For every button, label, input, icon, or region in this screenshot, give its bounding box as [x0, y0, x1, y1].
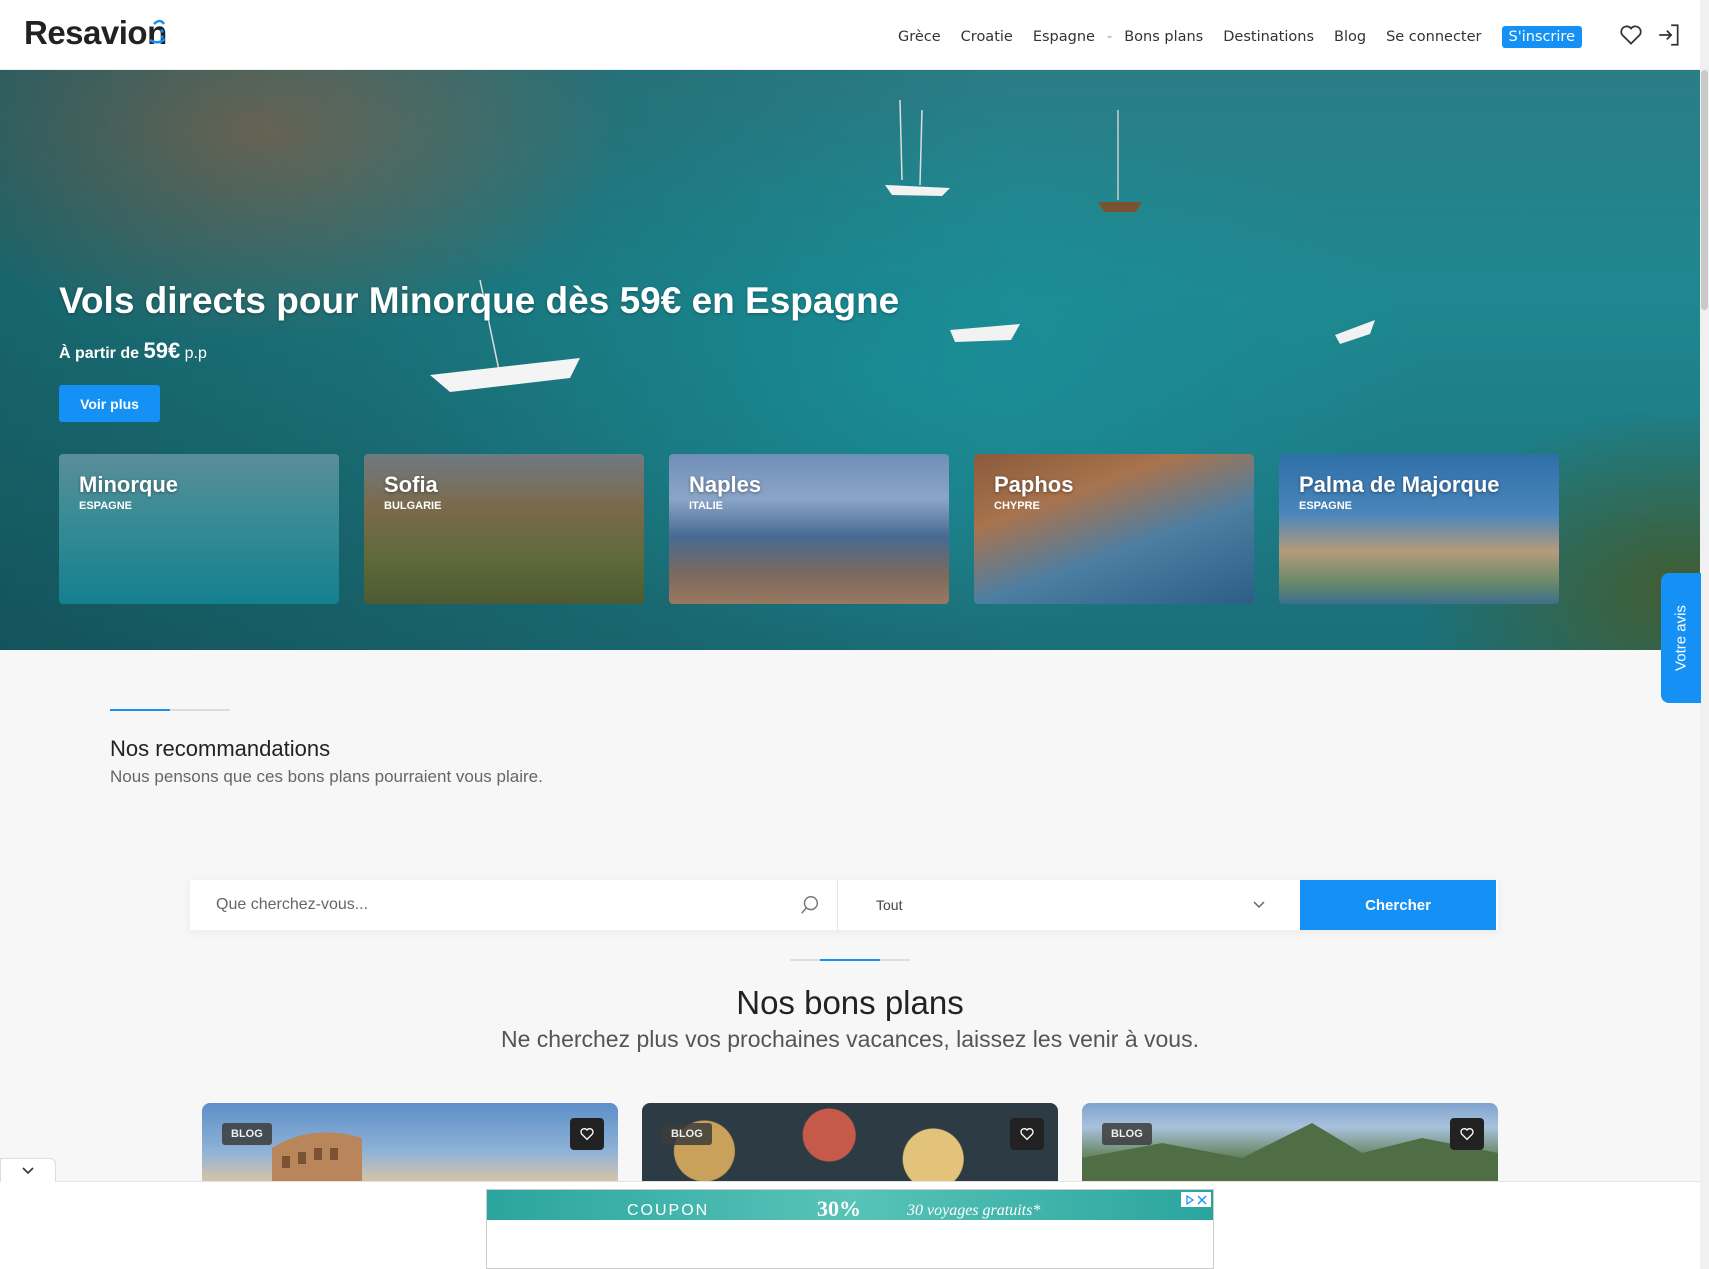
ad-close-button[interactable] [1181, 1192, 1211, 1207]
nav-separator: - [1106, 29, 1113, 45]
login-link[interactable]: Se connecter [1386, 29, 1481, 45]
motorboat-image [1335, 320, 1375, 344]
nav-item-blog[interactable]: Blog [1334, 29, 1366, 45]
top-header: Resavion Grèce Croatie Espagne - Bons pl… [0, 0, 1700, 70]
category-select[interactable]: Tout [838, 880, 1300, 930]
hero-title: Vols directs pour Minorque dès 59€ en Es… [59, 280, 900, 321]
destination-name: Minorque [79, 472, 178, 497]
advertisement[interactable]: COUPON 30% 30 voyages gratuits* [486, 1189, 1214, 1269]
hero-price-value: 59€ [143, 338, 181, 363]
page-scrollbar[interactable] [1700, 0, 1709, 1269]
divider-accent [110, 709, 170, 711]
search-bar: Tout Chercher [190, 880, 1498, 930]
deal-card[interactable]: BLOG [1082, 1103, 1498, 1183]
divider-accent [820, 959, 880, 961]
heart-icon[interactable] [1618, 22, 1644, 48]
destination-card-paphos[interactable]: Paphos CHYPRE [974, 454, 1254, 604]
ad-collapse-button[interactable] [0, 1158, 56, 1182]
voir-plus-button[interactable]: Voir plus [59, 385, 160, 422]
nav-item-bons-plans[interactable]: Bons plans [1124, 29, 1203, 45]
deal-card[interactable]: BLOG [202, 1103, 618, 1183]
destination-country: ITALIE [689, 500, 724, 512]
hero-price-unit: p.p [184, 345, 207, 362]
destination-name: Paphos [994, 472, 1074, 497]
sailboat-image [1098, 110, 1142, 212]
category-badge: BLOG [662, 1123, 712, 1145]
destination-name: Naples [689, 472, 762, 497]
destination-card-naples[interactable]: Naples ITALIE [669, 454, 949, 604]
heart-icon [580, 1128, 594, 1141]
search-icon[interactable] [799, 894, 821, 916]
bons-plans-title: Nos bons plans [736, 984, 964, 1021]
section-divider [110, 709, 230, 711]
destination-country: CHYPRE [994, 500, 1040, 512]
hero-banner: Vols directs pour Minorque dès 59€ en Es… [0, 70, 1700, 650]
heart-icon [1020, 1128, 1034, 1141]
favorite-button[interactable] [1010, 1118, 1044, 1150]
destination-country: ESPAGNE [79, 500, 132, 512]
ad-banner[interactable]: COUPON 30% 30 voyages gratuits* [487, 1190, 1213, 1220]
main-nav: Grèce Croatie Espagne - Bons plans Desti… [898, 26, 1582, 48]
deal-card[interactable]: BLOG [642, 1103, 1058, 1183]
category-select-value: Tout [876, 897, 903, 913]
ad-text: 30% [817, 1196, 861, 1220]
colosseum-image [272, 1132, 362, 1183]
destination-card-palma[interactable]: Palma de Majorque ESPAGNE [1279, 454, 1559, 604]
logo[interactable]: Resavion [24, 14, 167, 52]
hero-price: À partir de 59€ p.p [59, 338, 207, 364]
feedback-tab[interactable]: Votre avis [1661, 573, 1701, 703]
search-button[interactable]: Chercher [1300, 880, 1496, 930]
adchoices-icon [1186, 1194, 1195, 1205]
scrollbar-thumb[interactable] [1701, 70, 1708, 310]
logo-swoosh-icon [150, 19, 166, 44]
deal-cards: BLOG BLOG BLOG [202, 1103, 1498, 1183]
feedback-label: Votre avis [1672, 605, 1690, 671]
bons-plans-subtitle: Ne cherchez plus vos prochaines vacances… [500, 1026, 1199, 1052]
close-icon [1197, 1195, 1207, 1204]
sailboat-image [885, 100, 950, 196]
favorite-button[interactable] [1450, 1118, 1484, 1150]
search-input[interactable] [190, 880, 837, 930]
chevron-down-icon [22, 1167, 34, 1175]
destination-card-sofia[interactable]: Sofia BULGARIE [364, 454, 644, 604]
section-divider [790, 959, 910, 961]
nav-item-espagne[interactable]: Espagne [1033, 29, 1095, 45]
signup-button[interactable]: S'inscrire [1501, 26, 1582, 48]
chevron-down-icon [1253, 901, 1265, 909]
page: Resavion Grèce Croatie Espagne - Bons pl… [0, 0, 1709, 1269]
motorboat-image [950, 324, 1020, 342]
favorite-button[interactable] [570, 1118, 604, 1150]
destination-country: ESPAGNE [1299, 500, 1352, 512]
destination-cards: Minorque ESPAGNE Sofia BULGARIE Naples I… [59, 454, 1559, 604]
category-badge: BLOG [222, 1123, 272, 1145]
category-badge: BLOG [1102, 1123, 1152, 1145]
ad-text: 30 voyages gratuits* [907, 1202, 1041, 1219]
destination-country: BULGARIE [384, 500, 442, 512]
recommendations-title: Nos recommandations [110, 736, 331, 761]
ad-text: COUPON [627, 1202, 710, 1219]
hero-price-prefix: À partir de [59, 345, 140, 362]
nav-item-grece[interactable]: Grèce [898, 29, 941, 45]
destination-card-minorque[interactable]: Minorque ESPAGNE [59, 454, 339, 604]
nav-item-destinations[interactable]: Destinations [1223, 29, 1314, 45]
heart-icon [1460, 1128, 1474, 1141]
destination-name: Sofia [384, 472, 438, 497]
destination-name: Palma de Majorque [1299, 472, 1500, 497]
nav-item-croatie[interactable]: Croatie [961, 29, 1013, 45]
recommendations-subtitle: Nous pensons que ces bons plans pourraie… [110, 767, 543, 786]
login-icon[interactable] [1656, 22, 1682, 48]
